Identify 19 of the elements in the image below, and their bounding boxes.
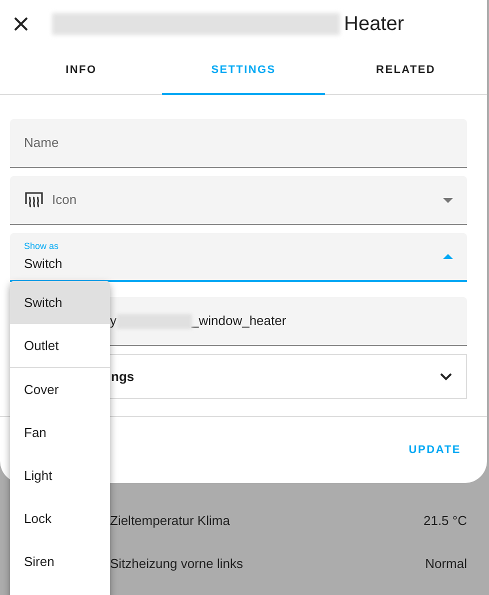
dropdown-arrow-icon[interactable] [443,198,453,202]
row-value: Normal [425,554,467,573]
menu-option[interactable]: Switch [10,281,110,324]
tab[interactable]: INFO [0,47,162,95]
heater-icon [24,190,44,210]
row-label: Zieltemperatur Klima [110,512,230,530]
input-field[interactable]: Name [10,119,467,168]
row-label: Sitzheizung vorne links [110,554,243,573]
menu-option[interactable]: Siren [10,540,110,583]
menu-option[interactable]: Fan [10,411,110,454]
input-field[interactable]: Icon [10,176,467,225]
input-field[interactable]: Show as Switch [10,233,467,282]
close-icon[interactable] [14,17,28,31]
menu-option[interactable]: Light [10,454,110,497]
chevron-icon[interactable] [440,373,452,382]
tab[interactable]: RELATED [324,47,487,95]
menu-option[interactable]: Lock [10,497,110,540]
dialog-title: Heater [344,12,404,37]
row-value: 21.5 °C [423,512,467,530]
